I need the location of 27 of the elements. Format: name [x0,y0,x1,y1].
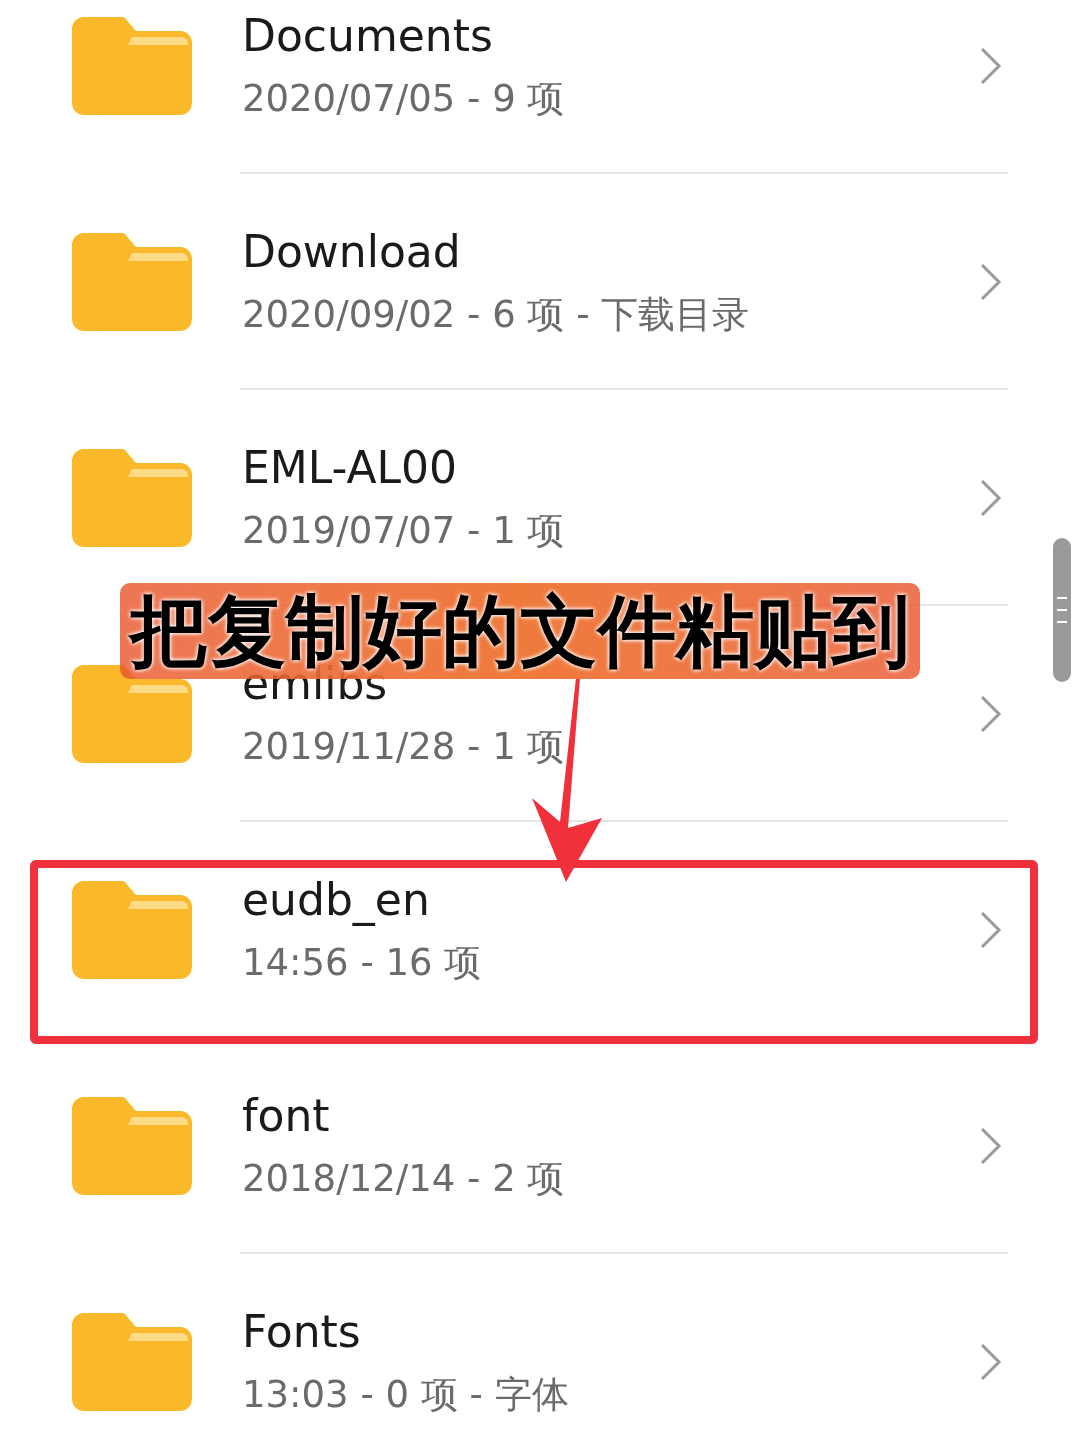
folder-details: 2019/07/07 - 1 项 [242,508,566,554]
chevron-right-icon [980,911,1002,949]
folder-name: Documents [242,10,494,62]
folder-name: EML-AL00 [242,442,458,494]
chevron-right-icon [980,1127,1002,1165]
folder-name: eudb_en [242,874,431,926]
chevron-right-icon [980,263,1002,301]
folder-name: Download [242,226,462,278]
scrollbar[interactable] [1053,538,1071,682]
folder-details: 2019/11/28 - 1 项 [242,724,566,770]
folder-icon [72,881,192,979]
chevron-right-icon [980,479,1002,517]
folder-icon [72,1313,192,1411]
folder-icon [72,233,192,331]
chevron-right-icon [980,1343,1002,1381]
folder-name: font [242,1090,331,1142]
folder-name: Fonts [242,1306,362,1358]
folder-icon [72,17,192,115]
folder-details: 13:03 - 0 项 - 字体 [242,1372,570,1418]
chevron-right-icon [980,695,1002,733]
folder-details: 2020/07/05 - 9 项 [242,76,566,122]
chevron-right-icon [980,47,1002,85]
folder-details: 2018/12/14 - 2 项 [242,1156,566,1202]
folder-icon [72,1097,192,1195]
folder-details: 14:56 - 16 项 [242,940,483,986]
folder-details: 2020/09/02 - 6 项 - 下载目录 [242,292,751,338]
folder-icon [72,449,192,547]
